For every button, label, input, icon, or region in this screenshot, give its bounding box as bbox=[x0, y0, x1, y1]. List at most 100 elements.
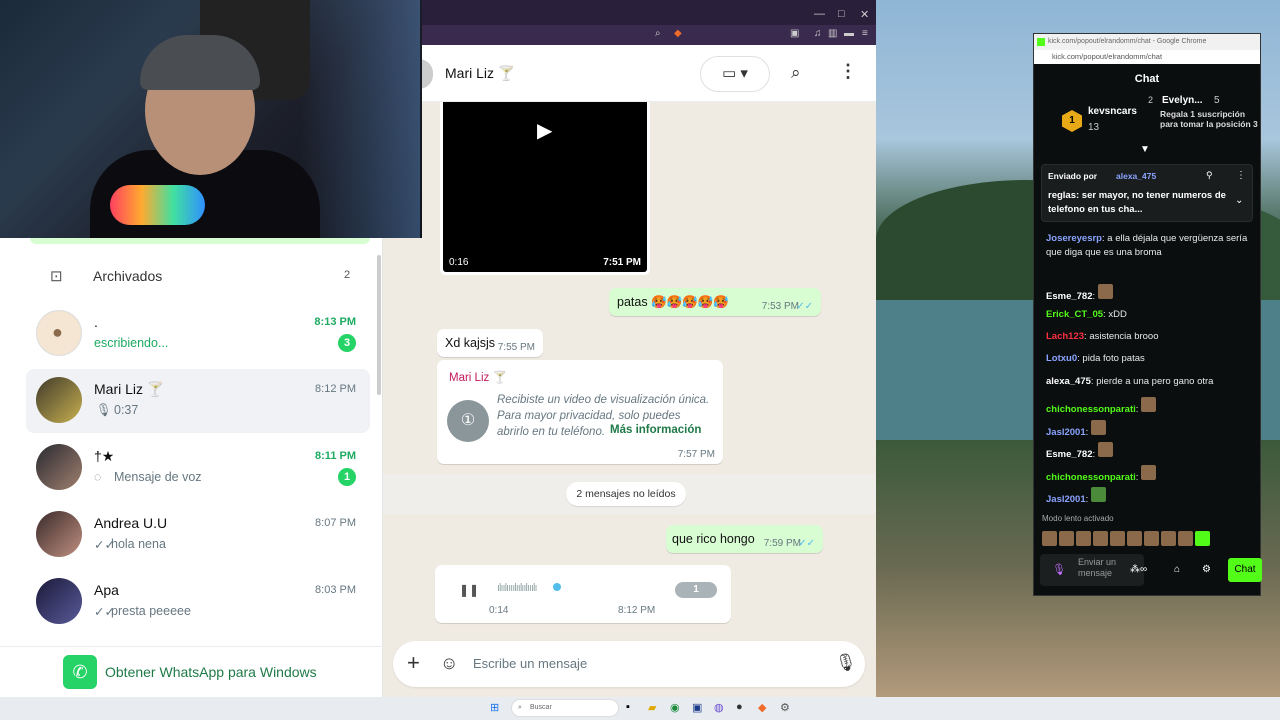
chat-message[interactable]: chichonessonparati: bbox=[1046, 397, 1251, 417]
emote[interactable] bbox=[1059, 531, 1074, 546]
chat-message[interactable]: Josereyesrp: a ella déjala que vergüenza… bbox=[1046, 232, 1251, 260]
emote[interactable] bbox=[1195, 531, 1210, 546]
contact-name[interactable]: Mari Liz 🍸 bbox=[445, 65, 515, 82]
play-icon[interactable]: ▶ bbox=[537, 118, 552, 143]
pinned-user[interactable]: alexa_475 bbox=[1116, 171, 1156, 181]
video-call-button[interactable]: ▭ ▾ bbox=[700, 56, 770, 92]
message-bubble-in[interactable]: Xd kajsjs 7:55 PM bbox=[437, 329, 543, 357]
kick-message-input[interactable]: 🎙 Enviar un mensaje bbox=[1040, 554, 1144, 586]
tab-icon[interactable]: ▣ bbox=[790, 28, 799, 39]
chat-username[interactable]: Lach123 bbox=[1046, 331, 1084, 342]
chat-username[interactable]: Esme_782 bbox=[1046, 449, 1092, 460]
chat-username[interactable]: alexa_475 bbox=[1046, 376, 1091, 387]
scroll-down-icon[interactable]: ▼ bbox=[1140, 144, 1150, 155]
emote-picker-icon[interactable]: ⁂∞ bbox=[1130, 564, 1147, 575]
pause-icon[interactable]: ❚❚ bbox=[459, 583, 479, 597]
settings-gear-icon[interactable]: ⚙ bbox=[1202, 564, 1211, 575]
attach-plus-icon[interactable]: + bbox=[407, 650, 420, 676]
wallet-icon[interactable]: ▬ bbox=[844, 28, 854, 39]
minimize-button[interactable]: — bbox=[814, 8, 825, 20]
chat-message[interactable]: Lotxu0: pida foto patas bbox=[1046, 352, 1251, 366]
chat-message[interactable]: Jasl2001: bbox=[1046, 420, 1251, 440]
chat-name: Mari Liz 🍸 bbox=[94, 381, 165, 397]
emote[interactable] bbox=[1144, 531, 1159, 546]
more-info-link[interactable]: Más información bbox=[610, 424, 701, 436]
chat-item-star[interactable]: †★ 8:11 PM ◌ Mensaje de voz 1 bbox=[26, 436, 370, 500]
video-message[interactable]: ▶ 0:16 7:51 PM bbox=[440, 102, 650, 275]
file-explorer-icon[interactable]: ▰ bbox=[648, 701, 656, 714]
chat-username[interactable]: chichonessonparati bbox=[1046, 472, 1136, 483]
sidebar-scrollbar[interactable] bbox=[377, 255, 381, 395]
chat-username[interactable]: Jasl2001 bbox=[1046, 494, 1086, 505]
chat-item-andrea[interactable]: Andrea U.U 8:07 PM ✓✓ hola nena bbox=[26, 503, 370, 567]
kick-url-bar[interactable]: kick.com/popout/elrandomm/chat bbox=[1034, 50, 1260, 64]
view-once-message[interactable]: Mari Liz 🍸 ① Recibiste un video de visua… bbox=[437, 360, 723, 464]
send-chat-button[interactable]: Chat bbox=[1228, 558, 1262, 582]
media-icon[interactable]: ♫ bbox=[814, 28, 822, 39]
emote[interactable] bbox=[1042, 531, 1057, 546]
start-button-icon[interactable]: ⊞ bbox=[490, 701, 499, 714]
sidebar-icon[interactable]: ▥ bbox=[828, 28, 837, 39]
chat-message[interactable]: Esme_782: bbox=[1046, 442, 1251, 462]
chat-item-dot[interactable]: ● . 8:13 PM escribiendo... 3 bbox=[26, 302, 370, 366]
chat-message[interactable]: Erick_CT_05: xDD bbox=[1046, 308, 1251, 322]
close-button[interactable]: ✕ bbox=[860, 8, 869, 21]
more-options-icon[interactable]: ⋮ bbox=[839, 61, 857, 82]
menu-icon[interactable]: ≡ bbox=[862, 28, 868, 39]
leaderboard-second-user[interactable]: Evelyn... bbox=[1162, 95, 1203, 106]
chrome-icon[interactable]: ◉ bbox=[670, 701, 680, 714]
emote[interactable] bbox=[1110, 531, 1125, 546]
chat-username[interactable]: Lotxu0 bbox=[1046, 353, 1077, 364]
more-options-icon[interactable]: ⋮ bbox=[1236, 170, 1246, 181]
playback-handle[interactable] bbox=[553, 583, 561, 591]
get-whatsapp-link[interactable]: Obtener WhatsApp para Windows bbox=[105, 664, 317, 680]
taskbar-search[interactable]: ⌕ Buscar bbox=[511, 699, 619, 717]
maximize-button[interactable]: □ bbox=[838, 8, 845, 20]
chat-item-mari-liz[interactable]: Mari Liz 🍸 8:12 PM 🎙 0:37 bbox=[26, 369, 370, 433]
chat-item-apa[interactable]: Apa 8:03 PM ✓✓ presta peeeee bbox=[26, 570, 370, 634]
voice-message[interactable]: ❚❚ ılıılıııılıılıılııılı 1 0:14 8:12 PM bbox=[435, 565, 731, 623]
settings-icon[interactable]: ⚙ bbox=[780, 701, 790, 714]
pin-icon[interactable]: ⚲ bbox=[1206, 170, 1213, 181]
leaderboard-first-user[interactable]: kevsncars bbox=[1088, 106, 1137, 117]
pinned-message[interactable]: Enviado por alexa_475 ⚲ ⋮ reglas: ser ma… bbox=[1041, 164, 1253, 222]
emote[interactable] bbox=[1076, 531, 1091, 546]
obs-icon[interactable]: ● bbox=[736, 701, 743, 713]
message-bubble-out[interactable]: que rico hongo 7:59 PM ✓✓ bbox=[666, 525, 823, 553]
chat-time: 8:07 PM bbox=[315, 517, 356, 529]
view-once-icon[interactable]: ① bbox=[447, 400, 489, 442]
photoshop-icon[interactable]: ▣ bbox=[692, 701, 702, 714]
chat-username[interactable]: Erick_CT_05 bbox=[1046, 309, 1103, 320]
playback-speed-button[interactable]: 1 bbox=[675, 582, 717, 598]
archived-label[interactable]: Archivados bbox=[93, 268, 162, 284]
chat-username[interactable]: Esme_782 bbox=[1046, 291, 1092, 302]
waveform[interactable]: ılıılıııılıılıılııılı bbox=[497, 582, 538, 594]
message-input[interactable]: Escribe un mensaje bbox=[473, 656, 587, 671]
chat-message[interactable]: alexa_475: pierde a una pero gano otra bbox=[1046, 375, 1251, 389]
zoom-icon[interactable]: ⌕ bbox=[655, 28, 661, 39]
task-view-icon[interactable]: ▪ bbox=[626, 701, 630, 713]
chat-message[interactable]: Lach123: asistencia brooo bbox=[1046, 330, 1251, 344]
mic-icon[interactable]: 🎙 bbox=[835, 653, 857, 673]
chat-message[interactable]: chichonessonparati: bbox=[1046, 465, 1251, 485]
app-icon[interactable]: ◍ bbox=[714, 701, 724, 714]
chat-name: †★ bbox=[94, 448, 115, 464]
chat-username[interactable]: chichonessonparati bbox=[1046, 404, 1136, 415]
store-icon[interactable]: ⌂ bbox=[1174, 564, 1180, 575]
brave-icon[interactable]: ◆ bbox=[758, 701, 766, 714]
chat-message[interactable]: Esme_782: bbox=[1046, 284, 1251, 304]
mic-icon[interactable]: 🎙 bbox=[1052, 563, 1066, 576]
expand-chevron-icon[interactable]: ⌄ bbox=[1235, 195, 1243, 206]
message-bubble-out[interactable]: patas 🥵🥵🥵🥵🥵 7:53 PM ✓✓ bbox=[609, 288, 821, 316]
chat-username[interactable]: Jasl2001 bbox=[1046, 427, 1086, 438]
emote[interactable] bbox=[1127, 531, 1142, 546]
emote[interactable] bbox=[1161, 531, 1176, 546]
brave-shield-icon[interactable]: ◆ bbox=[674, 28, 682, 39]
sticker-emoji-icon[interactable]: ☺ bbox=[440, 653, 458, 674]
chat-message[interactable]: Jasl2001: bbox=[1046, 487, 1251, 507]
search-icon[interactable]: ⌕ bbox=[791, 63, 801, 83]
get-whatsapp-banner[interactable]: ✆ Obtener WhatsApp para Windows bbox=[0, 646, 383, 697]
emote[interactable] bbox=[1093, 531, 1108, 546]
emote[interactable] bbox=[1178, 531, 1193, 546]
chat-username[interactable]: Josereyesrp bbox=[1046, 233, 1102, 244]
